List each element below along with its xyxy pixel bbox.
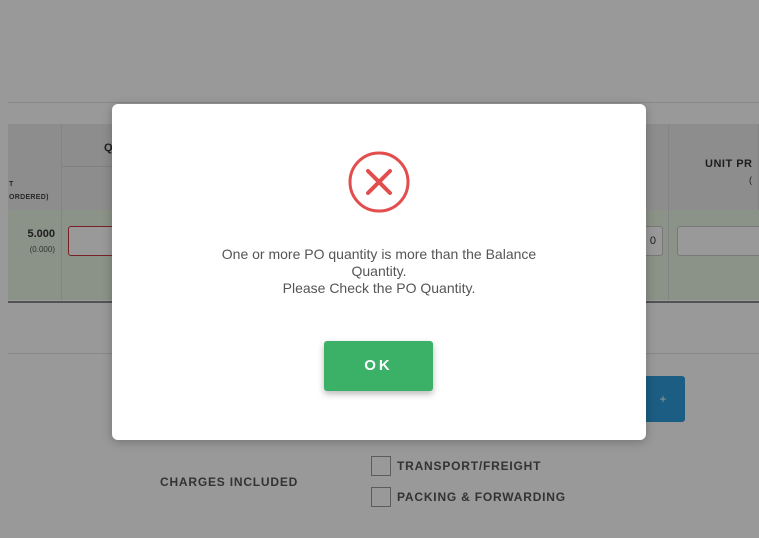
dialog-message-line: Quantity.	[351, 263, 407, 279]
error-dialog: One or more PO quantity is more than the…	[112, 104, 646, 440]
dialog-message: One or more PO quantity is more than the…	[142, 246, 616, 297]
dialog-message-line: One or more PO quantity is more than the…	[221, 246, 537, 262]
dialog-message-line: Please Check the PO Quantity.	[282, 280, 476, 296]
error-x-circle-icon	[347, 150, 411, 214]
ok-button[interactable]: OK	[324, 341, 433, 391]
